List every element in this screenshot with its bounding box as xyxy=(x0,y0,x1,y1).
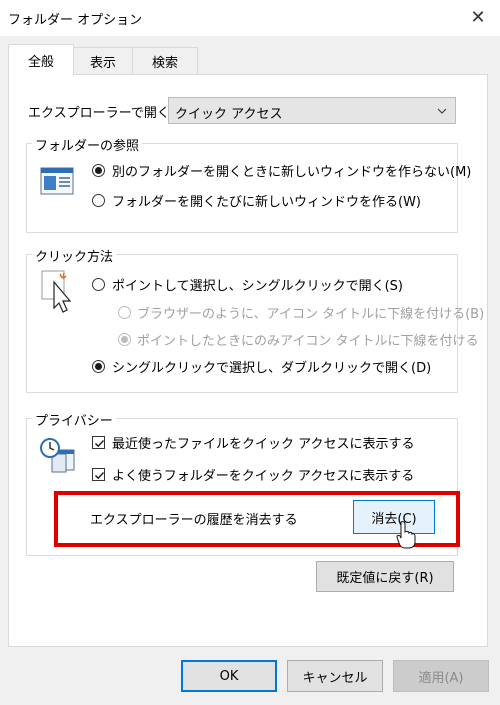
tab-search-label: 検索 xyxy=(151,56,178,71)
privacy-clock-icon xyxy=(38,436,78,474)
click-method-title: クリック方法 xyxy=(32,246,117,265)
mouse-cursor-icon xyxy=(396,520,416,550)
clear-history-label: エクスプローラーの履歴を消去する xyxy=(90,513,298,528)
radio-double-click[interactable] xyxy=(92,360,105,373)
radio-underline-point xyxy=(118,333,131,346)
radio-new-window-label: フォルダーを開くたびに新しいウィンドウを作る(W) xyxy=(112,195,421,210)
pointer-click-icon xyxy=(40,270,74,314)
folder-window-icon xyxy=(40,165,74,197)
clear-history-button[interactable]: 消去(C) xyxy=(353,500,435,534)
checkbox-frequent-folders-label: よく使うフォルダーをクイック アクセスに表示する xyxy=(112,469,415,484)
restore-defaults-label: 既定値に戻す(R) xyxy=(336,571,434,586)
tab-general[interactable]: 全般 xyxy=(8,44,74,76)
tab-search[interactable]: 検索 xyxy=(132,47,198,75)
cancel-button-label: キャンセル xyxy=(302,670,368,686)
checkbox-frequent-folders[interactable] xyxy=(92,468,105,481)
close-icon[interactable]: ✕ xyxy=(466,6,490,30)
open-explorer-label: エクスプローラーで開く: xyxy=(28,106,175,121)
radio-underline-always xyxy=(118,306,131,319)
radio-single-click-label: ポイントして選択し、シングルクリックで開く(S) xyxy=(112,279,404,294)
cancel-button[interactable]: キャンセル xyxy=(287,660,383,692)
browse-folders-title: フォルダーの参照 xyxy=(32,135,143,154)
privacy-title: プライバシー xyxy=(32,410,116,429)
checkbox-recent-files-label: 最近使ったファイルをクイック アクセスに表示する xyxy=(112,437,415,452)
ok-button[interactable]: OK xyxy=(181,660,277,692)
tab-view-label: 表示 xyxy=(89,56,116,71)
apply-button[interactable]: 適用(A) xyxy=(393,660,489,692)
apply-button-label: 適用(A) xyxy=(418,670,464,686)
radio-same-window-label: 別のフォルダーを開くときに新しいウィンドウを作らない(M) xyxy=(112,165,472,180)
ok-button-label: OK xyxy=(219,668,239,684)
restore-defaults-button[interactable]: 既定値に戻す(R) xyxy=(316,561,454,592)
browse-folders-group xyxy=(26,143,458,233)
open-explorer-select[interactable]: クイック アクセス xyxy=(168,97,456,124)
window-title: フォルダー オプション xyxy=(8,13,143,28)
open-explorer-value: クイック アクセス xyxy=(175,107,283,122)
radio-new-window[interactable] xyxy=(92,194,105,207)
tab-view[interactable]: 表示 xyxy=(72,47,134,75)
radio-underline-always-label: ブラウザーのように、アイコン タイトルに下線を付ける(B) xyxy=(137,307,485,322)
radio-same-window[interactable] xyxy=(92,164,105,177)
radio-single-click[interactable] xyxy=(92,278,105,291)
radio-double-click-label: シングルクリックで選択し、ダブルクリックで開く(D) xyxy=(112,361,432,376)
radio-underline-point-label: ポイントしたときにのみアイコン タイトルに下線を付ける xyxy=(137,334,479,349)
tab-general-label: 全般 xyxy=(27,55,54,70)
checkbox-recent-files[interactable] xyxy=(92,436,105,449)
chevron-down-icon xyxy=(435,104,449,118)
